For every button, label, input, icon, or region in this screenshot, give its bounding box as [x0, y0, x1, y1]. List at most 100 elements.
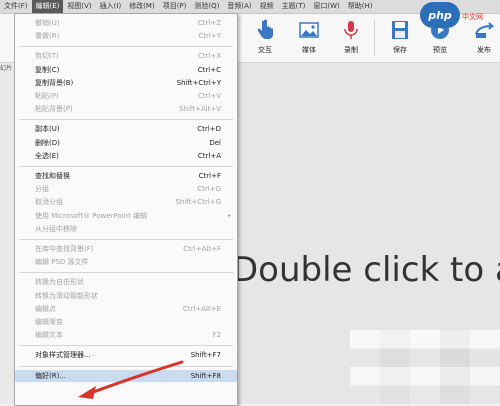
menubar-item[interactable]: 窗口(W) — [309, 0, 343, 13]
menu-item-label: 编辑文本 — [35, 331, 63, 340]
menu-item-shortcut: Ctrl+Z — [197, 19, 221, 27]
menu-item[interactable]: 复制背景(B) Shift+Ctrl+Y — [15, 77, 237, 89]
submenu-arrow-icon: ▸ — [227, 211, 231, 219]
menubar-item[interactable]: 主题(T) — [278, 0, 310, 13]
slide-placeholder-text[interactable]: Double click to a — [232, 250, 500, 290]
menu-item-label: 副本(U) — [35, 125, 60, 134]
menu-item[interactable]: 转换为自由形状 — [15, 276, 237, 288]
menu-item[interactable]: 复制(C) Ctrl+C — [15, 64, 237, 76]
menu-item-shortcut: Ctrl+Alt+E — [182, 304, 221, 313]
media-label: 媒体 — [302, 46, 316, 54]
menu-item-label: 复制(C) — [35, 65, 60, 74]
interaction-button[interactable]: 交互 — [244, 16, 286, 58]
menu-item-label: 查找和替换 — [35, 172, 70, 180]
menu-item-label: 转换为滑动智能形状 — [35, 291, 98, 300]
menu-separator — [19, 365, 233, 367]
media-button[interactable]: 媒体 — [288, 16, 330, 58]
menu-item[interactable]: 分组 Ctrl+G — [15, 183, 237, 195]
menubar-item[interactable]: 音频(A) — [223, 0, 255, 13]
menu-item-shortcut: Shift+Ctrl+Y — [176, 78, 221, 87]
menu-item-shortcut: Ctrl+V — [197, 92, 221, 100]
menu-item[interactable]: 编辑 PSD 源文件 — [15, 256, 237, 268]
menubar-item[interactable]: 修改(M) — [125, 0, 159, 13]
menu-item-label: 使用 Microsoft® PowerPoint 编辑 — [35, 211, 148, 220]
menu-item-label: 复制背景(B) — [35, 78, 74, 87]
menu-item[interactable]: 全选(E) Ctrl+A — [15, 150, 237, 162]
menu-item-label: 剪切(T) — [35, 52, 59, 61]
php-logo-text: php — [428, 8, 452, 22]
menu-separator — [19, 239, 233, 240]
record-button[interactable]: 录制 — [330, 16, 372, 58]
menu-item[interactable]: 粘贴背景(P) Shift+Alt+V — [15, 103, 237, 115]
menu-item[interactable]: 副本(U) Ctrl+D — [15, 123, 237, 135]
floppy-disk-icon — [392, 21, 408, 39]
menu-item-shortcut: Shift+F7 — [190, 351, 221, 360]
blurred-region — [350, 330, 500, 404]
menu-item[interactable]: 查找和替换 Ctrl+F — [15, 170, 237, 182]
menu-item-label: 转换为自由形状 — [35, 278, 84, 287]
menu-separator — [19, 272, 233, 274]
menu-item-label: 编辑点 — [35, 304, 56, 313]
menu-item-shortcut: Ctrl+F — [198, 172, 221, 180]
menu-item-label: 偏好(R)... — [35, 371, 67, 380]
menu-item-label: 全选(E) — [35, 151, 59, 160]
publish-label: 发布 — [477, 46, 491, 54]
menubar-item[interactable]: 视频 — [256, 0, 278, 13]
menu-item[interactable]: 编辑渐变 — [15, 316, 237, 328]
menubar-item[interactable]: 帮助(H) — [344, 0, 377, 13]
menu-item-label: 在库中查找背景(F) — [35, 245, 94, 253]
menu-item[interactable]: 删除(D) Del — [15, 137, 237, 149]
menu-item-shortcut: Ctrl+Alt+F — [183, 245, 221, 253]
edit-menu: 撤销(U) Ctrl+Z 重做(R) Ctrl+Y 剪切(T) Ctrl+X 复制(C) Ct… — [14, 13, 238, 406]
menubar-item[interactable]: 插入(I) — [96, 0, 126, 13]
image-icon — [299, 22, 319, 38]
menu-item-label: 删除(D) — [35, 138, 60, 147]
menu-separator — [19, 345, 233, 347]
menu-item[interactable]: 剪切(T) Ctrl+X — [15, 50, 237, 62]
menu-item[interactable]: 编辑点 Ctrl+Alt+E — [15, 303, 237, 315]
menu-item-shortcut: Del — [209, 138, 221, 147]
menu-item-shortcut: Ctrl+C — [197, 65, 221, 74]
menu-item-label: 对象样式管理器... — [35, 351, 91, 360]
filmstrip-label: 幻片 — [0, 65, 13, 72]
menu-item-label: 取消分组 — [35, 198, 63, 207]
menubar-item[interactable]: 视图(V) — [63, 0, 95, 13]
php-logo-subtitle: 中文网 — [462, 13, 483, 21]
menubar-item[interactable]: 项目(P) — [159, 0, 191, 13]
menu-separator — [19, 46, 233, 48]
menu-item-label: 重做(R) — [35, 32, 60, 41]
menu-item[interactable]: 编辑文本 F2 — [15, 329, 237, 341]
menubar-item[interactable]: 测验(Q) — [190, 0, 223, 13]
menubar-item[interactable]: 编辑(E) — [31, 0, 64, 13]
save-label: 保存 — [393, 46, 407, 54]
menu-item[interactable]: 转换为滑动智能形状 — [15, 290, 237, 302]
menu-item-shortcut: Shift+F8 — [190, 371, 221, 380]
php-logo: php — [420, 2, 460, 28]
menu-item[interactable]: 使用 Microsoft® PowerPoint 编辑 ▸ — [15, 210, 237, 222]
menubar-item[interactable]: 文件(F) — [0, 0, 32, 13]
menu-item[interactable]: 对象样式管理器... Shift+F7 — [15, 349, 237, 361]
microphone-icon — [344, 21, 358, 39]
menu-item-label: 分组 — [35, 185, 49, 194]
menu-separator — [19, 119, 233, 121]
pointer-hand-icon — [257, 19, 273, 39]
menu-item-label: 从分组中移除 — [35, 224, 77, 233]
menu-item[interactable]: 撤销(U) Ctrl+Z — [15, 17, 237, 29]
publish-button[interactable]: 发布 — [463, 16, 500, 58]
menu-item-shortcut: Ctrl+G — [197, 185, 221, 194]
menu-item[interactable]: 取消分组 Shift+Ctrl+G — [15, 196, 237, 208]
interaction-label: 交互 — [258, 46, 272, 54]
save-button[interactable]: 保存 — [379, 16, 421, 58]
menu-item-shortcut: Ctrl+A — [197, 151, 221, 160]
menu-separator — [19, 166, 233, 167]
menu-item-shortcut: Ctrl+D — [197, 125, 221, 134]
menu-item[interactable]: 偏好(R)... Shift+F8 — [15, 369, 237, 382]
menu-item[interactable]: 粘贴(P) Ctrl+V — [15, 90, 237, 102]
menu-item[interactable]: 从分组中移除 — [15, 223, 237, 235]
menu-item[interactable]: 重做(R) Ctrl+Y — [15, 30, 237, 42]
menu-item-label: 粘贴(P) — [35, 92, 59, 100]
menu-item-shortcut: Shift+Ctrl+G — [175, 198, 221, 207]
menu-item-shortcut: F2 — [212, 331, 221, 340]
menu-item-label: 编辑渐变 — [35, 318, 63, 326]
menu-item[interactable]: 在库中查找背景(F) Ctrl+Alt+F — [15, 243, 237, 255]
